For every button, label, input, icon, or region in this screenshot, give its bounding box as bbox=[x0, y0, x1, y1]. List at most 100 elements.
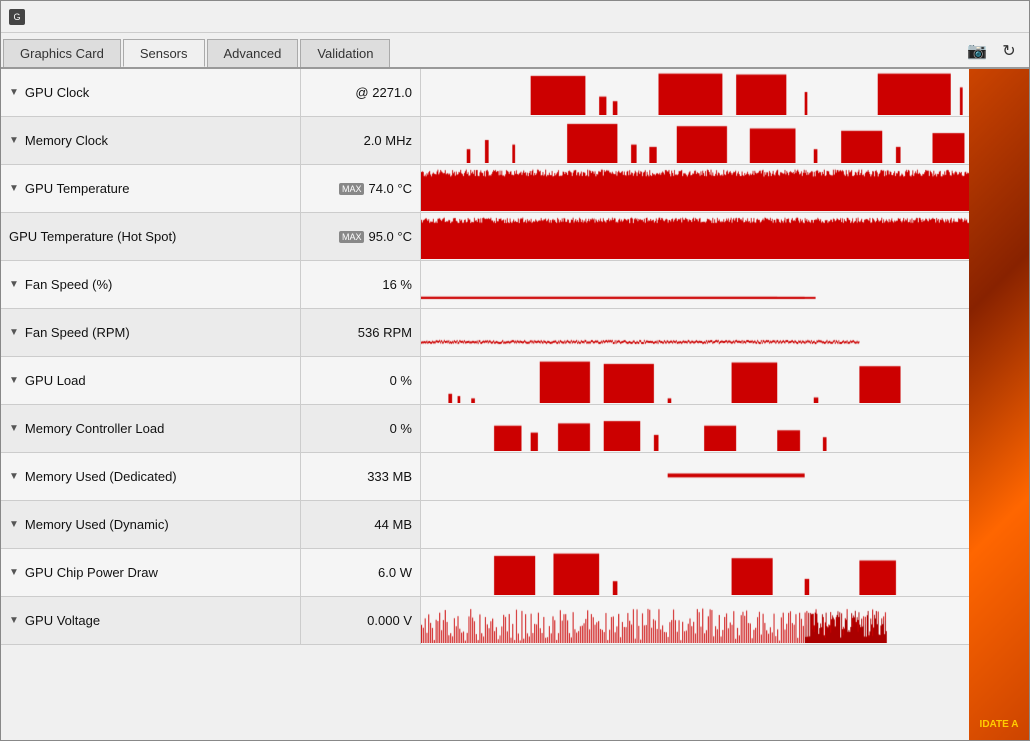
sensor-name-cell: ▼ Fan Speed (RPM) bbox=[1, 309, 301, 356]
sensor-name-cell: ▼ GPU Load bbox=[1, 357, 301, 404]
graph-canvas bbox=[421, 117, 969, 163]
content-area: ▼GPU Clock@ 2271.0 ▼Memory Clock2.0 MHz▼… bbox=[1, 69, 1029, 740]
sensor-graph bbox=[421, 405, 969, 452]
tab-bar: Graphics Card Sensors Advanced Validatio… bbox=[1, 33, 1029, 69]
max-badge: MAX bbox=[339, 231, 365, 243]
title-bar-left: G bbox=[9, 9, 31, 25]
close-button[interactable] bbox=[993, 6, 1021, 28]
sensor-row: GPU Temperature (Hot Spot) MAX95.0 °C bbox=[1, 213, 969, 261]
sensor-value-text: 536 RPM bbox=[358, 325, 412, 340]
dropdown-arrow-icon[interactable]: ▼ bbox=[9, 183, 19, 194]
sensor-value-cell: 16 % bbox=[301, 261, 421, 308]
main-window: G Graphics Card Sensors Advanced Validat… bbox=[0, 0, 1030, 741]
sensor-name-text: Memory Clock bbox=[25, 133, 108, 148]
dropdown-arrow-icon[interactable]: ▼ bbox=[9, 375, 19, 386]
sensor-name-cell: ▼ Memory Used (Dedicated) bbox=[1, 453, 301, 500]
sensor-value-cell: 2.0 MHz bbox=[301, 117, 421, 164]
tab-toolbar: 📷 ↻ bbox=[957, 39, 1029, 67]
tab-sensors[interactable]: Sensors bbox=[123, 39, 205, 67]
graph-canvas bbox=[421, 213, 969, 259]
dropdown-arrow-icon[interactable]: ▼ bbox=[9, 567, 19, 578]
sensor-name-cell: ▼ GPU Chip Power Draw bbox=[1, 549, 301, 596]
sensor-name-text: Memory Controller Load bbox=[25, 421, 164, 436]
sensor-row: ▼ Fan Speed (%) 16 % bbox=[1, 261, 969, 309]
sensor-graph bbox=[421, 357, 969, 404]
graph-canvas bbox=[421, 453, 969, 499]
sensor-name-text: GPU Clock bbox=[25, 85, 89, 100]
tab-advanced[interactable]: Advanced bbox=[207, 39, 299, 67]
tab-validation[interactable]: Validation bbox=[300, 39, 390, 67]
tabs-container: Graphics Card Sensors Advanced Validatio… bbox=[3, 39, 392, 67]
sensor-row: ▼ Fan Speed (RPM) 536 RPM bbox=[1, 309, 969, 357]
max-badge: MAX bbox=[339, 183, 365, 195]
sensor-graph bbox=[421, 261, 969, 308]
sensor-graph bbox=[421, 597, 969, 644]
sensor-graph bbox=[421, 213, 969, 260]
dropdown-arrow-icon[interactable]: ▼ bbox=[9, 615, 19, 626]
sensor-value-cell: 333 MB bbox=[301, 453, 421, 500]
sensor-graph bbox=[421, 69, 969, 116]
sensor-value-cell: 0.000 V bbox=[301, 597, 421, 644]
app-icon: G bbox=[9, 9, 25, 25]
sensor-name-cell: GPU Temperature (Hot Spot) bbox=[1, 213, 301, 260]
refresh-button[interactable]: ↻ bbox=[997, 39, 1021, 63]
dropdown-arrow-icon[interactable]: ▼ bbox=[9, 87, 19, 98]
title-bar: G bbox=[1, 1, 1029, 33]
graph-canvas bbox=[421, 549, 969, 595]
sensor-value-cell: 6.0 W bbox=[301, 549, 421, 596]
dropdown-arrow-icon[interactable]: ▼ bbox=[9, 519, 19, 530]
sensor-graph bbox=[421, 453, 969, 500]
sensor-name-cell: ▼ Fan Speed (%) bbox=[1, 261, 301, 308]
sensor-value-text: 0.000 V bbox=[367, 613, 412, 628]
minimize-button[interactable] bbox=[929, 6, 957, 28]
sensor-graph bbox=[421, 117, 969, 164]
sensor-value-cell: @ 2271.0 bbox=[301, 69, 421, 116]
sensor-value-cell: 0 % bbox=[301, 405, 421, 452]
graph-canvas bbox=[421, 309, 969, 355]
sensor-row: ▼ GPU Voltage 0.000 V bbox=[1, 597, 969, 645]
sensor-value-text: @ 2271.0 bbox=[355, 85, 412, 100]
sensor-name-text: Memory Used (Dedicated) bbox=[25, 469, 177, 484]
sensor-name-text: Fan Speed (%) bbox=[25, 277, 112, 292]
screenshot-button[interactable]: 📷 bbox=[965, 39, 989, 63]
dropdown-arrow-icon[interactable]: ▼ bbox=[9, 423, 19, 434]
sensor-row: ▼ Memory Controller Load 0 % bbox=[1, 405, 969, 453]
sensor-value-cell: MAX74.0 °C bbox=[301, 165, 421, 212]
sensor-value-cell: 44 MB bbox=[301, 501, 421, 548]
sensor-value-cell: 536 RPM bbox=[301, 309, 421, 356]
sensor-name-text: GPU Chip Power Draw bbox=[25, 565, 158, 580]
title-bar-controls bbox=[929, 6, 1021, 28]
dropdown-arrow-icon[interactable]: ▼ bbox=[9, 327, 19, 338]
sensor-graph bbox=[421, 501, 969, 548]
dropdown-arrow-icon[interactable]: ▼ bbox=[9, 135, 19, 146]
graph-canvas bbox=[421, 405, 969, 451]
sensor-value-text: 0 % bbox=[390, 373, 412, 388]
sensor-name-cell: ▼ GPU Clock bbox=[1, 69, 301, 116]
graph-canvas bbox=[421, 597, 969, 643]
sensor-name-text: Memory Used (Dynamic) bbox=[25, 517, 169, 532]
sensor-table: ▼GPU Clock@ 2271.0 ▼Memory Clock2.0 MHz▼… bbox=[1, 69, 969, 645]
tab-graphics-card[interactable]: Graphics Card bbox=[3, 39, 121, 67]
sensor-row: ▼ Memory Used (Dynamic) 44 MB bbox=[1, 501, 969, 549]
sensor-value-text: 6.0 W bbox=[378, 565, 412, 580]
sensor-value-text: 95.0 °C bbox=[368, 229, 412, 244]
dropdown-arrow-icon[interactable]: ▼ bbox=[9, 279, 19, 290]
sensor-name-text: GPU Load bbox=[25, 373, 86, 388]
sensors-panel: ▼GPU Clock@ 2271.0 ▼Memory Clock2.0 MHz▼… bbox=[1, 69, 969, 740]
sensor-row: ▼ GPU Load 0 % bbox=[1, 357, 969, 405]
side-decoration: IDATE A bbox=[969, 69, 1029, 740]
dropdown-arrow-icon[interactable]: ▼ bbox=[9, 471, 19, 482]
sensor-name-cell: ▼ Memory Clock bbox=[1, 117, 301, 164]
sensor-name-text: GPU Voltage bbox=[25, 613, 100, 628]
maximize-button[interactable] bbox=[961, 6, 989, 28]
graph-canvas bbox=[421, 501, 969, 547]
graph-canvas bbox=[421, 357, 969, 403]
side-text: IDATE A bbox=[980, 719, 1019, 730]
sensor-name-text: Fan Speed (RPM) bbox=[25, 325, 130, 340]
sensor-row: ▼ Memory Clock 2.0 MHz bbox=[1, 117, 969, 165]
graph-canvas bbox=[421, 261, 969, 307]
sensor-value-text: 74.0 °C bbox=[368, 181, 412, 196]
sensor-name-cell: ▼ Memory Controller Load bbox=[1, 405, 301, 452]
sensor-name-cell: ▼ Memory Used (Dynamic) bbox=[1, 501, 301, 548]
sensor-value-text: 44 MB bbox=[374, 517, 412, 532]
